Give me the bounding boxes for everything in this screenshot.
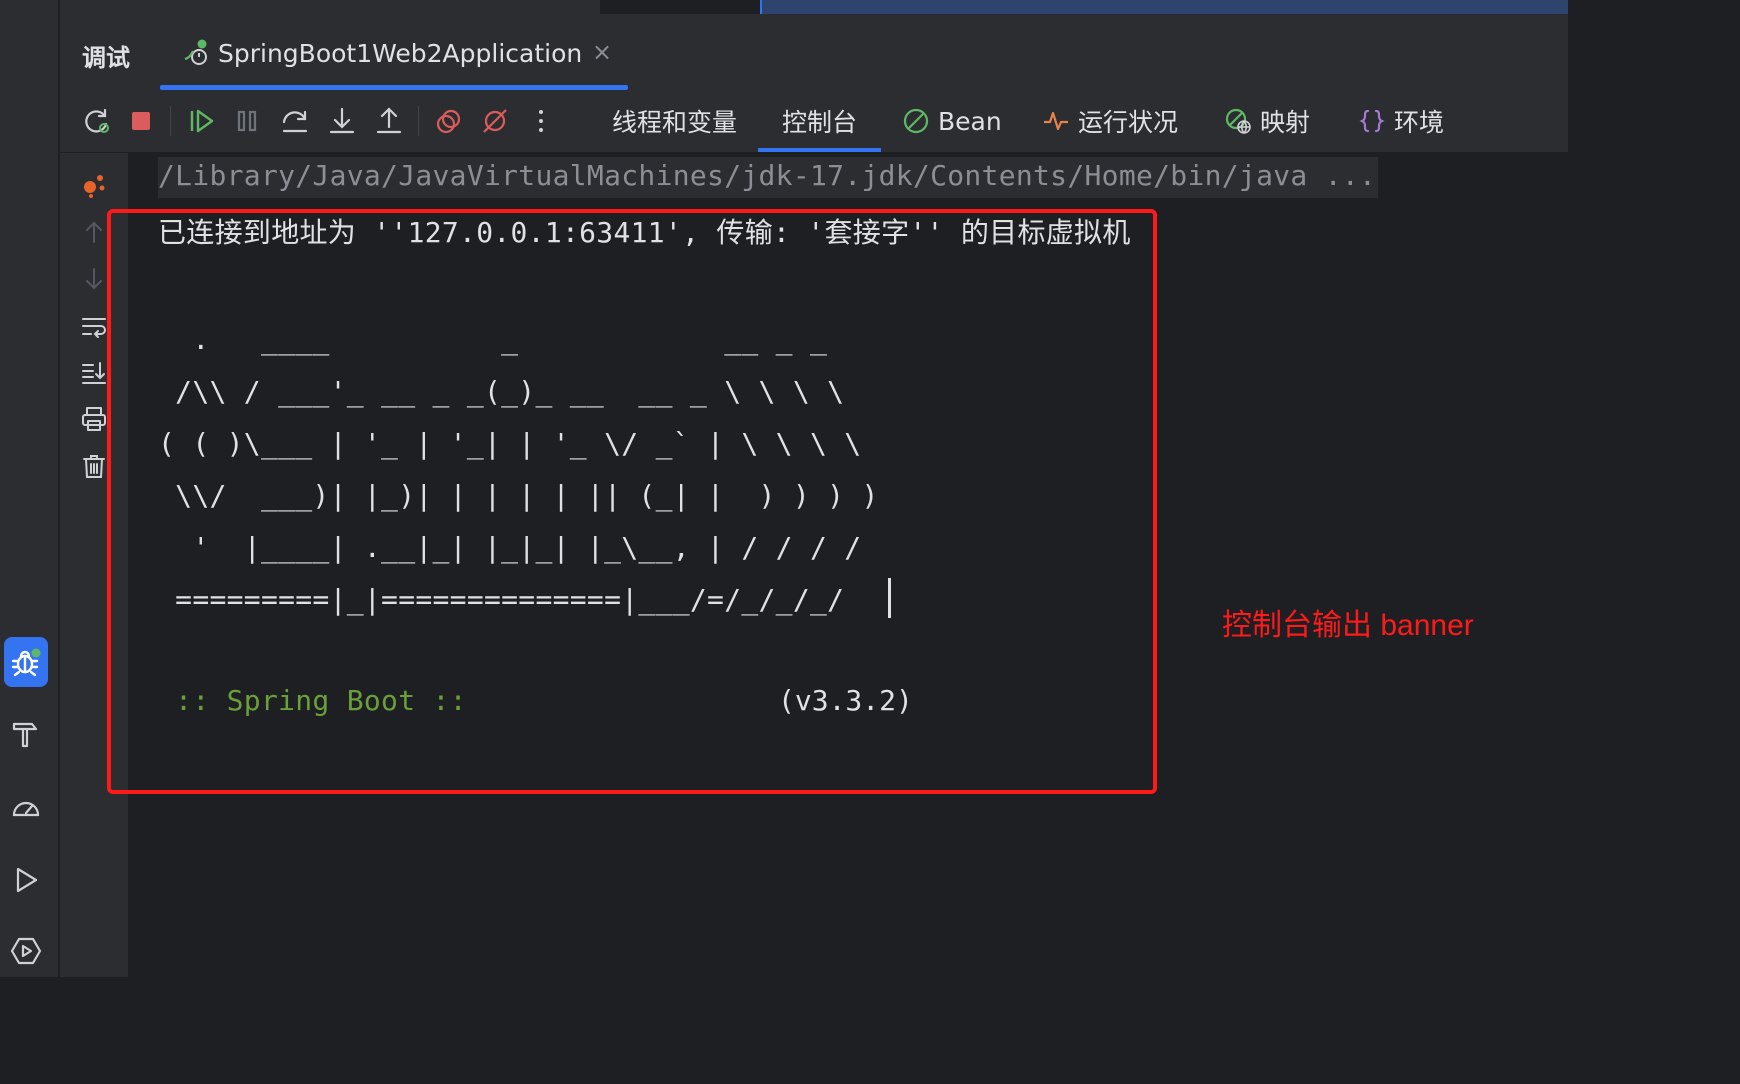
annotation-highlight-box (107, 209, 1157, 794)
step-over-icon[interactable] (278, 104, 312, 138)
tab-bean[interactable]: Bean (902, 90, 1002, 152)
run-play-icon[interactable] (4, 855, 48, 905)
debug-toolbar: 线程和变量 控制台 Bean 运行状况 映射 环境 (60, 90, 1568, 153)
tab-console[interactable]: 控制台 (757, 90, 882, 152)
clear-trash-icon[interactable] (78, 450, 110, 482)
resume-icon[interactable] (184, 104, 218, 138)
scroll-down-icon[interactable] (78, 263, 110, 295)
profiler-gauge-icon[interactable] (4, 783, 48, 833)
pause-icon[interactable] (230, 104, 264, 138)
activity-bar (0, 0, 59, 977)
mappings-globe-icon (1225, 108, 1251, 134)
more-icon[interactable] (524, 104, 558, 138)
tab-health[interactable]: 运行状况 (1042, 90, 1178, 152)
close-tab-icon[interactable]: × (592, 38, 612, 66)
editor-top-strip (60, 0, 1568, 14)
tab-environment[interactable]: 环境 (1358, 90, 1444, 152)
session-tab-label: SpringBoot1Web2Application (218, 39, 583, 68)
rerun-icon[interactable] (80, 104, 114, 138)
spring-debug-icon (184, 39, 207, 65)
tab-mappings[interactable]: 映射 (1224, 90, 1310, 152)
mute-breakpoints-icon[interactable] (478, 104, 512, 138)
spring-beans-icon[interactable] (78, 169, 110, 201)
services-icon[interactable] (4, 926, 48, 976)
stop-icon[interactable] (124, 104, 158, 138)
debug-tool-icon[interactable] (4, 637, 48, 687)
bean-icon (903, 108, 929, 134)
view-breakpoints-icon[interactable] (432, 104, 466, 138)
debug-tab-row: 调试 SpringBoot1Web2Application × (60, 14, 1568, 91)
step-out-icon[interactable] (372, 104, 406, 138)
scroll-to-end-icon[interactable] (78, 356, 110, 388)
panel-title: 调试 (82, 44, 130, 72)
soft-wrap-icon[interactable] (78, 310, 110, 342)
health-pulse-icon (1044, 111, 1068, 131)
java-command-line[interactable]: /Library/Java/JavaVirtualMachines/jdk-17… (158, 157, 1379, 198)
step-into-icon[interactable] (325, 104, 359, 138)
print-icon[interactable] (78, 403, 110, 435)
scroll-up-icon[interactable] (78, 216, 110, 248)
tab-debug-session[interactable]: SpringBoot1Web2Application × (160, 28, 628, 90)
braces-icon (1359, 109, 1385, 133)
build-hammer-icon[interactable] (4, 710, 48, 760)
annotation-label: 控制台输出 banner (1222, 609, 1474, 642)
tab-threads-variables[interactable]: 线程和变量 (612, 90, 737, 152)
